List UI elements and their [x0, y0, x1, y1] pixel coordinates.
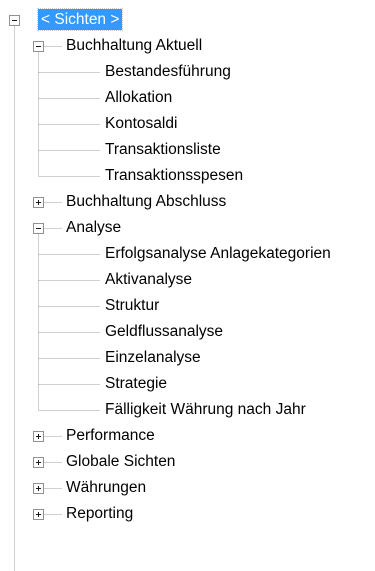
tree-item-bestandesfuehrung[interactable]: Bestandesführung [0, 59, 375, 85]
tree-item-label[interactable]: Währungen [64, 475, 148, 501]
tree-item-label[interactable]: Bestandesführung [103, 59, 233, 85]
tree-root-label[interactable]: < Sichten > [36, 8, 124, 31]
expand-toggle-icon[interactable] [33, 509, 44, 520]
tree-item-label[interactable]: Reporting [64, 501, 135, 527]
tree-item-label[interactable]: Aktivanalyse [103, 267, 194, 293]
tree-item-label[interactable]: Transaktionsliste [103, 137, 223, 163]
sichten-tree-view[interactable]: < Sichten > Buchhaltung Aktuell Bestandes… [0, 0, 375, 571]
tree-item-buchhaltung-aktuell[interactable]: Buchhaltung Aktuell [0, 33, 375, 59]
tree-item-globale-sichten[interactable]: Globale Sichten [0, 449, 375, 475]
tree-item-label[interactable]: Geldflussanalyse [103, 319, 225, 345]
tree-item-erfolgsanalyse-anlagekategorien[interactable]: Erfolgsanalyse Anlagekategorien [0, 241, 375, 267]
tree-item-label[interactable]: Globale Sichten [64, 449, 177, 475]
tree-item-label[interactable]: Allokation [103, 85, 174, 111]
tree-item-label[interactable]: Einzelanalyse [103, 345, 203, 371]
tree-item-label[interactable]: Buchhaltung Abschluss [64, 189, 228, 215]
tree-item-waehrungen[interactable]: Währungen [0, 475, 375, 501]
tree-item-transaktionsliste[interactable]: Transaktionsliste [0, 137, 375, 163]
tree-item-faelligkeit-waehrung-nach-jahr[interactable]: Fälligkeit Währung nach Jahr [0, 397, 375, 423]
tree-item-analyse[interactable]: Analyse [0, 215, 375, 241]
collapse-toggle-icon[interactable] [33, 41, 44, 52]
tree-item-label[interactable]: Fälligkeit Währung nach Jahr [103, 397, 308, 423]
tree-item-performance[interactable]: Performance [0, 423, 375, 449]
tree-item-einzelanalyse[interactable]: Einzelanalyse [0, 345, 375, 371]
expand-toggle-icon[interactable] [33, 483, 44, 494]
tree-item-transaktionsspesen[interactable]: Transaktionsspesen [0, 163, 375, 189]
expand-toggle-icon[interactable] [33, 431, 44, 442]
expand-toggle-icon[interactable] [33, 197, 44, 208]
collapse-toggle-icon[interactable] [9, 15, 20, 26]
tree-item-buchhaltung-abschluss[interactable]: Buchhaltung Abschluss [0, 189, 375, 215]
tree-item-label[interactable]: Struktur [103, 293, 161, 319]
tree-item-label[interactable]: Buchhaltung Aktuell [64, 33, 204, 59]
tree-item-label[interactable]: Erfolgsanalyse Anlagekategorien [103, 241, 333, 267]
tree-item-geldflussanalyse[interactable]: Geldflussanalyse [0, 319, 375, 345]
tree-item-label[interactable]: Transaktionsspesen [103, 163, 245, 189]
tree-item-label[interactable]: Strategie [103, 371, 169, 397]
tree-item-strategie[interactable]: Strategie [0, 371, 375, 397]
collapse-toggle-icon[interactable] [33, 223, 44, 234]
tree-item-label[interactable]: Kontosaldi [103, 111, 179, 137]
tree-item-label[interactable]: Analyse [64, 215, 123, 241]
tree-root-item[interactable]: < Sichten > [0, 7, 375, 33]
tree-item-allokation[interactable]: Allokation [0, 85, 375, 111]
tree-item-kontosaldi[interactable]: Kontosaldi [0, 111, 375, 137]
tree-item-struktur[interactable]: Struktur [0, 293, 375, 319]
tree-item-aktivanalyse[interactable]: Aktivanalyse [0, 267, 375, 293]
expand-toggle-icon[interactable] [33, 457, 44, 468]
tree-item-label[interactable]: Performance [64, 423, 157, 449]
tree-item-reporting[interactable]: Reporting [0, 501, 375, 527]
